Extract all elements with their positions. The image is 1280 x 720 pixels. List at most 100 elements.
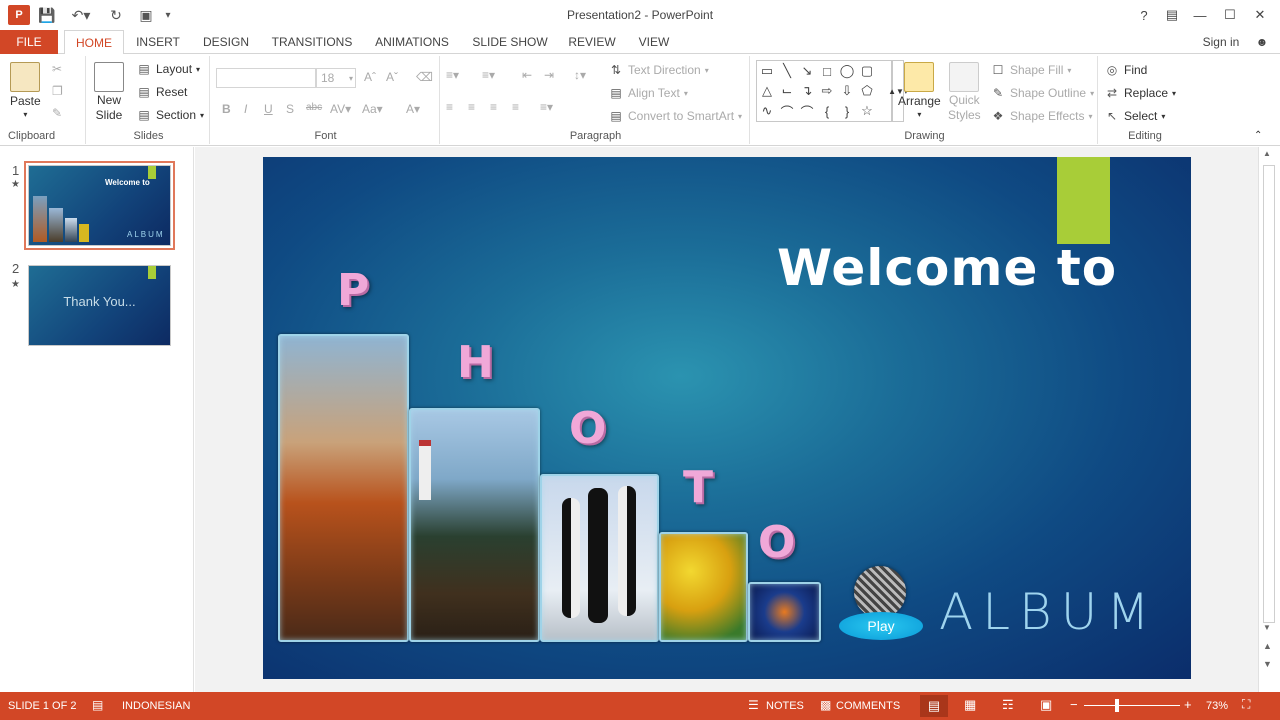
bullets-icon[interactable]: ≡▾ (446, 68, 459, 82)
align-left-icon[interactable]: ≡ (446, 100, 453, 114)
photo-jellyfish[interactable] (748, 582, 821, 642)
convert-smartart-button[interactable]: ▤ Convert to SmartArt ▾ (608, 109, 742, 123)
increase-indent-icon[interactable]: ⇥ (544, 68, 554, 82)
align-text-button[interactable]: ▤ Align Text ▾ (608, 86, 688, 100)
tab-review[interactable]: REVIEW (566, 30, 618, 54)
tab-view[interactable]: VIEW (634, 30, 674, 54)
underline-icon[interactable]: U (264, 102, 273, 116)
pentagon-shape-icon[interactable]: ⬠ (861, 83, 872, 99)
slide-title[interactable]: Welcome to (777, 239, 1117, 297)
curve-shape-icon[interactable]: ⌒ (780, 102, 793, 121)
down-arrow-shape-icon[interactable]: ⇩ (842, 83, 853, 99)
tab-insert[interactable]: INSERT (132, 30, 184, 54)
scroll-thumb[interactable] (1263, 165, 1275, 623)
arrow-line-shape-icon[interactable]: ↘ (802, 63, 813, 79)
columns-icon[interactable]: ≡▾ (540, 100, 553, 114)
change-case-icon[interactable]: Aa▾ (362, 102, 383, 116)
minimize-button[interactable]: — (1188, 4, 1212, 26)
character-spacing-icon[interactable]: AV▾ (330, 102, 351, 116)
zoom-slider-thumb[interactable] (1115, 699, 1119, 712)
next-slide-icon[interactable]: ▼ (1263, 659, 1272, 669)
arrange-button[interactable]: Arrange ▾ (898, 62, 941, 119)
tab-file[interactable]: FILE (0, 30, 58, 54)
scroll-up-icon[interactable]: ▲ (1263, 149, 1271, 158)
quick-styles-button[interactable]: Quick Styles (948, 62, 981, 122)
layout-button[interactable]: ▤ Layout ▾ (136, 62, 200, 76)
oval-shape-icon[interactable]: ◯ (840, 63, 855, 79)
tab-home[interactable]: HOME (64, 30, 124, 55)
slide-thumbnail-2[interactable]: Thank You... (28, 265, 171, 346)
arc-shape-icon[interactable]: ⌒ (800, 102, 813, 121)
comments-button[interactable]: COMMENTS (836, 700, 900, 712)
shrink-font-icon[interactable]: Aˇ (386, 70, 398, 84)
rounded-rect-shape-icon[interactable]: ▢ (861, 63, 873, 79)
slide-show-icon[interactable]: ▣ (1040, 697, 1052, 713)
collapse-ribbon-icon[interactable]: ⌃ (1254, 130, 1262, 141)
reading-view-icon[interactable]: ☶ (1002, 697, 1014, 713)
tab-design[interactable]: DESIGN (198, 30, 254, 54)
shape-outline-button[interactable]: ✎ Shape Outline ▾ (990, 86, 1094, 100)
photo-tulips[interactable] (659, 532, 748, 642)
copy-icon[interactable]: ❐ (52, 84, 63, 98)
photo-penguins[interactable] (540, 474, 659, 642)
photo-lighthouse[interactable] (409, 408, 540, 642)
find-button[interactable]: ◎ Find (1104, 63, 1148, 77)
rectangle-shape-icon[interactable]: □ (823, 64, 831, 79)
font-color-icon[interactable]: A▾ (406, 102, 420, 116)
triangle-shape-icon[interactable]: △ (762, 83, 772, 99)
spell-check-icon[interactable]: ▤ (92, 698, 103, 712)
line-spacing-icon[interactable]: ↕▾ (574, 68, 586, 82)
tab-animations[interactable]: ANIMATIONS (370, 30, 454, 54)
italic-icon[interactable]: I (244, 102, 247, 116)
close-button[interactable]: ✕ (1248, 4, 1272, 26)
cut-icon[interactable]: ✂ (52, 62, 62, 76)
shape-effects-button[interactable]: ❖ Shape Effects ▾ (990, 109, 1093, 123)
decrease-indent-icon[interactable]: ⇤ (522, 68, 532, 82)
help-icon[interactable]: ? (1132, 4, 1156, 26)
previous-slide-icon[interactable]: ▲ (1263, 641, 1272, 651)
shapes-gallery[interactable]: ▭ ╲ ↘ □ ◯ ▢ △ ⌙ ↴ ⇨ ⇩ ⬠ ∿ ⌒ ⌒ {} ☆ (756, 60, 892, 122)
tab-slide-show[interactable]: SLIDE SHOW (468, 30, 552, 54)
line-shape-icon[interactable]: ╲ (783, 63, 791, 79)
star-shape-icon[interactable]: ☆ (861, 103, 873, 119)
elbow-connector-icon[interactable]: ⌙ (782, 83, 793, 99)
language-indicator[interactable]: INDONESIAN (122, 700, 190, 712)
right-arrow-shape-icon[interactable]: ⇨ (822, 83, 833, 99)
font-size-box[interactable]: 18 ▾ (316, 68, 356, 88)
shape-fill-button[interactable]: ☐ Shape Fill ▾ (990, 63, 1072, 77)
ribbon-display-options-icon[interactable]: ▤ (1160, 4, 1184, 26)
sign-in-link[interactable]: Sign in (1200, 30, 1242, 54)
elbow-arrow-icon[interactable]: ↴ (802, 83, 813, 99)
account-avatar-icon[interactable]: ☻ (1250, 30, 1274, 54)
zoom-in-icon[interactable]: + (1184, 697, 1192, 712)
slide-canvas[interactable]: Welcome to P H O T O Play ALBUM (263, 157, 1191, 679)
new-slide-button[interactable]: New Slide (94, 62, 124, 122)
align-center-icon[interactable]: ≡ (468, 100, 475, 114)
text-direction-button[interactable]: ⇅ Text Direction ▾ (608, 63, 709, 77)
numbering-icon[interactable]: ≡▾ (482, 68, 495, 82)
select-button[interactable]: ↖ Select ▾ (1104, 109, 1165, 123)
replace-button[interactable]: ⇄ Replace ▾ (1104, 86, 1176, 100)
paste-button[interactable]: Paste ▾ (10, 62, 41, 119)
scroll-down-icon[interactable]: ▼ (1263, 623, 1271, 632)
section-button[interactable]: ▤ Section ▾ (136, 108, 204, 122)
strikethrough-icon[interactable]: abc (306, 102, 322, 113)
format-painter-icon[interactable]: ✎ (52, 106, 62, 120)
slide-sorter-icon[interactable]: ▦ (964, 697, 976, 713)
reset-button[interactable]: ▤ Reset (136, 85, 187, 99)
grow-font-icon[interactable]: Aˆ (364, 70, 376, 84)
align-right-icon[interactable]: ≡ (490, 100, 497, 114)
clear-formatting-icon[interactable]: ⌫ (416, 70, 433, 84)
textbox-shape-icon[interactable]: ▭ (761, 63, 773, 79)
normal-view-icon[interactable]: ▤ (920, 695, 948, 717)
text-shadow-icon[interactable]: S (286, 102, 294, 116)
fit-to-window-icon[interactable]: ⛶ (1242, 697, 1250, 712)
left-brace-icon[interactable]: { (825, 104, 829, 119)
bold-icon[interactable]: B (222, 102, 231, 116)
photo-desert-butte[interactable] (278, 334, 409, 642)
tab-transitions[interactable]: TRANSITIONS (268, 30, 356, 54)
album-text[interactable]: ALBUM (939, 583, 1159, 641)
zoom-slider-track[interactable] (1084, 705, 1180, 706)
maximize-button[interactable]: ☐ (1218, 4, 1242, 26)
zoom-level[interactable]: 73% (1206, 700, 1228, 712)
